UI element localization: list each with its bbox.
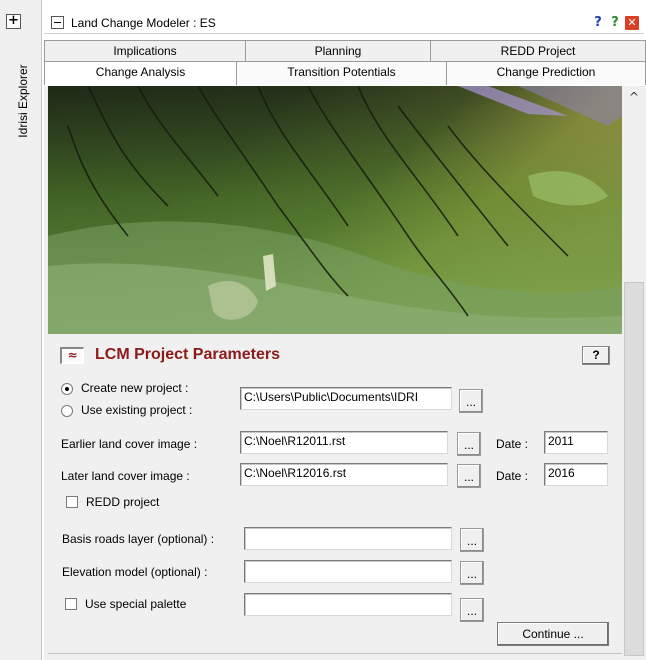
scroll-up-icon[interactable]: ^ bbox=[628, 91, 640, 103]
help-icon[interactable]: ? bbox=[591, 16, 605, 30]
tab-change-prediction[interactable]: Change Prediction bbox=[446, 61, 646, 85]
expand-icon[interactable]: + bbox=[6, 14, 21, 29]
idrisi-explorer-label: Idrisi Explorer bbox=[16, 64, 30, 138]
special-palette-label: Use special palette bbox=[85, 597, 187, 611]
special-palette-checkbox[interactable] bbox=[65, 598, 77, 610]
later-land-cover-browse-button[interactable]: ... bbox=[457, 464, 481, 488]
earlier-land-cover-browse-button[interactable]: ... bbox=[457, 432, 481, 456]
elevation-model-label: Elevation model (optional) : bbox=[62, 565, 208, 579]
scrollbar-thumb[interactable] bbox=[624, 282, 644, 656]
tab-transition-potentials[interactable]: Transition Potentials bbox=[236, 61, 446, 85]
create-new-project-label: Create new project : bbox=[81, 381, 189, 395]
elevation-model-field[interactable] bbox=[244, 560, 452, 583]
section-title: LCM Project Parameters bbox=[95, 346, 280, 363]
earlier-date-field[interactable]: 2011 bbox=[544, 431, 608, 454]
project-path-field[interactable]: C:\Users\Public\Documents\IDRI bbox=[240, 387, 452, 410]
roads-layer-field[interactable] bbox=[244, 527, 452, 550]
roads-layer-browse-button[interactable]: ... bbox=[460, 528, 484, 552]
later-land-cover-label: Later land cover image : bbox=[61, 469, 190, 483]
later-land-cover-field[interactable]: C:\Noel\R12016.rst bbox=[240, 463, 448, 486]
window-title: Land Change Modeler : ES bbox=[71, 16, 216, 30]
project-path-browse-button[interactable]: ... bbox=[459, 389, 483, 413]
panel-divider bbox=[48, 653, 622, 654]
special-palette-field[interactable] bbox=[244, 593, 452, 616]
create-new-project-radio[interactable] bbox=[61, 383, 73, 395]
use-existing-project-radio[interactable] bbox=[61, 405, 73, 417]
later-date-label: Date : bbox=[496, 469, 529, 483]
collapse-icon[interactable] bbox=[51, 16, 64, 29]
idrisi-explorer-tab[interactable]: Idrisi Explorer bbox=[12, 46, 34, 156]
title-bar: Land Change Modeler : ES ? ? ✕ bbox=[44, 12, 644, 34]
continue-button[interactable]: Continue ... bbox=[497, 622, 609, 646]
section-help-button[interactable]: ? bbox=[582, 346, 610, 365]
roads-layer-label: Basis roads layer (optional) : bbox=[62, 532, 215, 546]
close-icon[interactable]: ✕ bbox=[625, 16, 639, 30]
tab-change-analysis[interactable]: Change Analysis bbox=[44, 61, 236, 85]
earlier-date-label: Date : bbox=[496, 437, 529, 451]
elevation-model-browse-button[interactable]: ... bbox=[460, 561, 484, 585]
use-existing-project-label: Use existing project : bbox=[81, 403, 193, 417]
tab-planning[interactable]: Planning bbox=[245, 40, 430, 62]
context-help-icon[interactable]: ? bbox=[608, 16, 622, 30]
later-date-field[interactable]: 2016 bbox=[544, 463, 608, 486]
earlier-land-cover-label: Earlier land cover image : bbox=[61, 437, 198, 451]
satellite-image bbox=[48, 86, 622, 334]
redd-project-label: REDD project bbox=[86, 495, 160, 509]
earlier-land-cover-field[interactable]: C:\Noel\R12011.rst bbox=[240, 431, 448, 454]
special-palette-browse-button[interactable]: ... bbox=[460, 598, 484, 622]
tab-redd-project[interactable]: REDD Project bbox=[430, 40, 646, 62]
vertical-scrollbar[interactable]: ^ bbox=[622, 86, 646, 660]
section-collapse-icon[interactable]: ≈ bbox=[60, 347, 84, 364]
tab-implications[interactable]: Implications bbox=[44, 40, 245, 62]
redd-project-checkbox[interactable] bbox=[66, 496, 78, 508]
